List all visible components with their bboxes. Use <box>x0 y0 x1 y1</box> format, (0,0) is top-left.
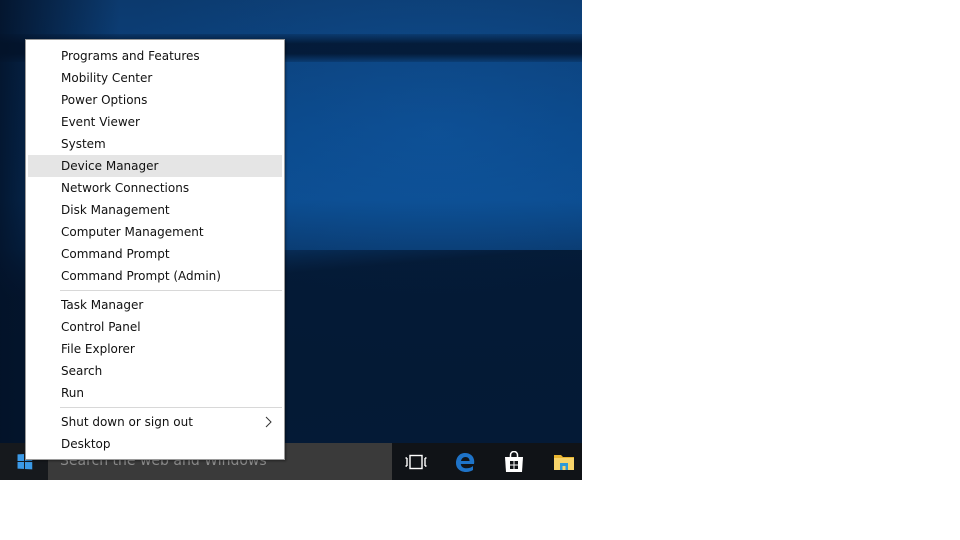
store-icon <box>505 450 523 472</box>
menu-item-device-manager[interactable]: Device Manager <box>28 155 282 177</box>
menu-item-network-connections[interactable]: Network Connections <box>28 177 282 199</box>
menu-item-computer-management[interactable]: Computer Management <box>28 221 282 243</box>
menu-item-label: Desktop <box>61 437 111 451</box>
menu-item-programs-and-features[interactable]: Programs and Features <box>28 45 282 67</box>
menu-item-disk-management[interactable]: Disk Management <box>28 199 282 221</box>
chevron-right-icon <box>265 416 272 428</box>
menu-item-label: Task Manager <box>61 298 144 312</box>
menu-item-task-manager[interactable]: Task Manager <box>28 294 282 316</box>
menu-item-label: Programs and Features <box>61 49 200 63</box>
menu-item-label: Power Options <box>61 93 148 107</box>
menu-item-label: Event Viewer <box>61 115 140 129</box>
menu-item-label: Disk Management <box>61 203 170 217</box>
menu-item-label: Command Prompt <box>61 247 170 261</box>
menu-item-label: Mobility Center <box>61 71 153 85</box>
menu-item-mobility-center[interactable]: Mobility Center <box>28 67 282 89</box>
menu-item-file-explorer[interactable]: File Explorer <box>28 338 282 360</box>
menu-item-label: File Explorer <box>61 342 135 356</box>
menu-item-command-prompt[interactable]: Command Prompt <box>28 243 282 265</box>
edge-icon <box>456 452 475 472</box>
menu-item-label: Command Prompt (Admin) <box>61 269 221 283</box>
menu-item-power-options[interactable]: Power Options <box>28 89 282 111</box>
file-explorer-button[interactable] <box>540 443 588 480</box>
menu-item-label: Control Panel <box>61 320 141 334</box>
menu-item-label: Computer Management <box>61 225 204 239</box>
menu-item-label: Search <box>61 364 103 378</box>
quick-link-menu: Programs and Features Mobility Center Powe… <box>25 39 285 460</box>
menu-item-label: Shut down or sign out <box>61 415 193 429</box>
menu-item-label: Run <box>61 386 85 400</box>
menu-item-desktop[interactable]: Desktop <box>28 433 282 455</box>
menu-separator <box>60 290 282 291</box>
menu-item-event-viewer[interactable]: Event Viewer <box>28 111 282 133</box>
folder-icon <box>554 454 574 470</box>
menu-separator <box>60 407 282 408</box>
menu-item-shut-down-or-sign-out[interactable]: Shut down or sign out <box>28 411 282 433</box>
menu-item-label: Device Manager <box>61 159 159 173</box>
menu-item-label: System <box>61 137 106 151</box>
menu-item-system[interactable]: System <box>28 133 282 155</box>
menu-item-run[interactable]: Run <box>28 382 282 404</box>
menu-item-control-panel[interactable]: Control Panel <box>28 316 282 338</box>
menu-item-search[interactable]: Search <box>28 360 282 382</box>
edge-button[interactable] <box>441 443 489 480</box>
menu-item-label: Network Connections <box>61 181 190 195</box>
task-view-icon <box>405 454 427 469</box>
menu-item-command-prompt-admin[interactable]: Command Prompt (Admin) <box>28 265 282 287</box>
store-button[interactable] <box>490 443 538 480</box>
task-view-button[interactable] <box>392 443 440 480</box>
